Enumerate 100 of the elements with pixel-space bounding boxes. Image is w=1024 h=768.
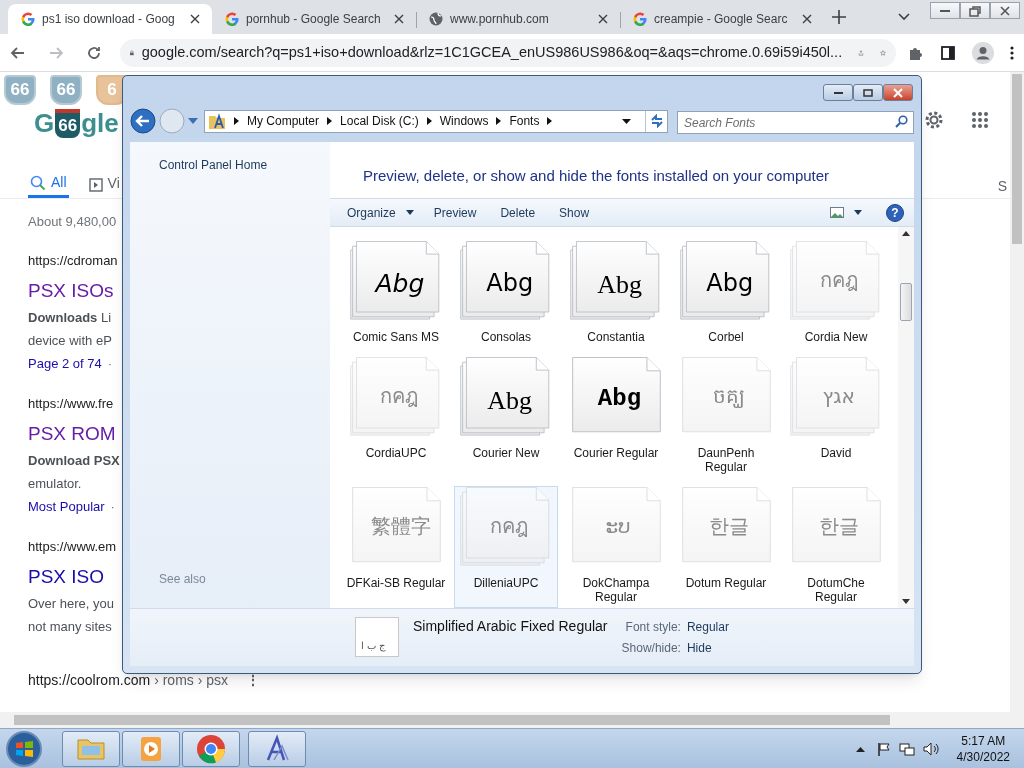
browser-tab[interactable]: pornhub - Google Search [212, 4, 416, 34]
font-item[interactable]: กคฎ DilleniaUPC [454, 486, 558, 608]
font-item[interactable]: ະບ DokChampa Regular [564, 486, 668, 608]
font-item[interactable]: กคฎ CordiaUPC [344, 356, 448, 478]
close-icon[interactable] [190, 14, 200, 24]
font-item[interactable]: Abg Constantia [564, 240, 668, 348]
browser-tab[interactable]: ps1 iso download - Goog [8, 4, 212, 34]
reload-icon[interactable] [86, 44, 102, 61]
result-title[interactable]: PSX ISO [28, 561, 105, 592]
chevron-icon[interactable] [234, 117, 239, 125]
back-icon[interactable] [130, 108, 156, 134]
search-tab[interactable]: Vi [86, 171, 122, 198]
chevron-up-icon[interactable] [855, 745, 865, 752]
back-icon[interactable] [10, 44, 26, 61]
taskbar-button[interactable] [122, 730, 180, 767]
font-sample: Abg [375, 268, 425, 300]
breadcrumb[interactable]: Local Disk (C:) [340, 112, 419, 130]
taskbar-button[interactable] [182, 730, 240, 767]
result-title[interactable]: PSX ISOs [28, 275, 114, 306]
search-tab[interactable]: All [28, 171, 69, 198]
font-item[interactable]: 한글 DotumChe Regular [784, 486, 888, 608]
font-item[interactable]: 繁體字 DFKai-SB Regular [344, 486, 448, 608]
start-orb-icon[interactable] [4, 729, 44, 768]
caret-icon[interactable] [622, 118, 631, 124]
taskbar-button[interactable] [62, 730, 120, 767]
font-sample: Abg [487, 385, 532, 417]
route-shield: 66 [50, 75, 82, 105]
network-icon[interactable] [898, 740, 915, 757]
font-item[interactable]: 한글 Dotum Regular [674, 486, 778, 608]
tab-search-icon[interactable] [898, 13, 910, 21]
vertical-scrollbar[interactable] [898, 227, 914, 608]
chevron-icon[interactable] [547, 117, 553, 125]
menu-icon[interactable] [1010, 45, 1014, 60]
sitelink[interactable]: Most Popular [28, 494, 105, 518]
profile-icon[interactable] [972, 41, 994, 64]
result-title[interactable]: PSX ROM [28, 418, 116, 449]
flag-icon[interactable] [876, 741, 891, 756]
close-button[interactable] [990, 2, 1020, 19]
taskbar-button[interactable] [248, 730, 306, 767]
refresh-icon[interactable] [649, 114, 664, 128]
scroll-thumb[interactable] [900, 283, 912, 321]
apps-grid-icon[interactable] [971, 111, 989, 129]
globe-icon [428, 11, 444, 27]
font-item[interactable]: Abg Comic Sans MS [344, 240, 448, 348]
chevron-icon[interactable] [327, 117, 333, 125]
picture-icon [830, 207, 844, 218]
sitelink[interactable]: Page 2 of 74 [28, 351, 102, 375]
font-item[interactable]: กคฎ Cordia New [784, 240, 888, 348]
font-item[interactable]: Abg Courier Regular [564, 356, 668, 478]
font-item[interactable]: ចគ្ឃ DaunPenh Regular [674, 356, 778, 478]
vertical-scrollbar[interactable] [1010, 72, 1024, 712]
new-tab-icon[interactable] [832, 10, 846, 24]
toolbar-button[interactable]: Organize [340, 203, 421, 222]
address-bar[interactable]: google.com/search?q=ps1+iso+download&rlz=1C1GCEA_enUS986US986&oq=&aqs=chrome.0.69i59i450l... [120, 38, 896, 67]
minimize-button[interactable] [823, 84, 853, 101]
horizontal-scrollbar[interactable] [0, 712, 1024, 728]
restore-button[interactable] [960, 2, 990, 19]
clock-time[interactable]: 5:17 AM [961, 732, 1006, 749]
font-item[interactable]: Abg Corbel [674, 240, 778, 348]
detail-value: Regular [686, 619, 729, 636]
search-icon [895, 114, 908, 128]
google-icon [20, 11, 36, 27]
scroll-up-icon[interactable] [902, 231, 910, 236]
scroll-down-icon[interactable] [902, 599, 910, 604]
detail-value: Hide [686, 640, 713, 657]
close-icon[interactable] [598, 14, 608, 24]
separator-dot: · [107, 354, 113, 373]
toolbar-button[interactable]: Preview [426, 203, 488, 222]
breadcrumb[interactable]: Windows [439, 112, 489, 130]
address-bar[interactable]: My Computer Local Disk (C:) Windows Fonts [204, 109, 668, 133]
font-item[interactable]: Abg Consolas [454, 240, 558, 348]
clock-date[interactable]: 4/30/2022 [956, 748, 1010, 765]
close-icon[interactable] [802, 14, 812, 24]
browser-tab[interactable]: www.pornhub.com [416, 4, 620, 34]
chevron-icon[interactable] [426, 117, 432, 125]
search-field[interactable]: Search Fonts [677, 111, 914, 134]
toolbar-button[interactable]: Show [552, 203, 601, 222]
control-panel-home-link[interactable]: Control Panel Home [159, 156, 301, 174]
view-button[interactable] [830, 207, 862, 218]
close-icon[interactable] [394, 14, 404, 24]
volume-icon[interactable] [922, 741, 939, 756]
toolbar-button[interactable]: Delete [493, 203, 547, 222]
browser-tab[interactable]: creampie - Google Searc [620, 4, 824, 34]
font-sample: ج ب ا [361, 639, 385, 653]
close-button[interactable] [883, 84, 913, 101]
play-icon [88, 177, 103, 192]
chevron-icon[interactable] [496, 117, 502, 125]
result-snippet: emulator. [28, 474, 82, 493]
settings-icon[interactable] [923, 109, 945, 131]
help-button[interactable]: ? [886, 203, 904, 222]
breadcrumb[interactable]: Fonts [509, 112, 540, 130]
maximize-button[interactable] [853, 84, 883, 101]
search-tab[interactable]: S [997, 176, 1007, 197]
breadcrumb[interactable]: My Computer [247, 112, 320, 130]
side-panel-icon[interactable] [940, 44, 956, 61]
more-options-icon[interactable]: ⋮ [246, 669, 261, 691]
font-item[interactable]: Abg Courier New [454, 356, 558, 478]
font-file-icon [355, 617, 399, 657]
minimize-button[interactable] [930, 2, 960, 19]
detail-label: Show/hide: [621, 640, 681, 657]
